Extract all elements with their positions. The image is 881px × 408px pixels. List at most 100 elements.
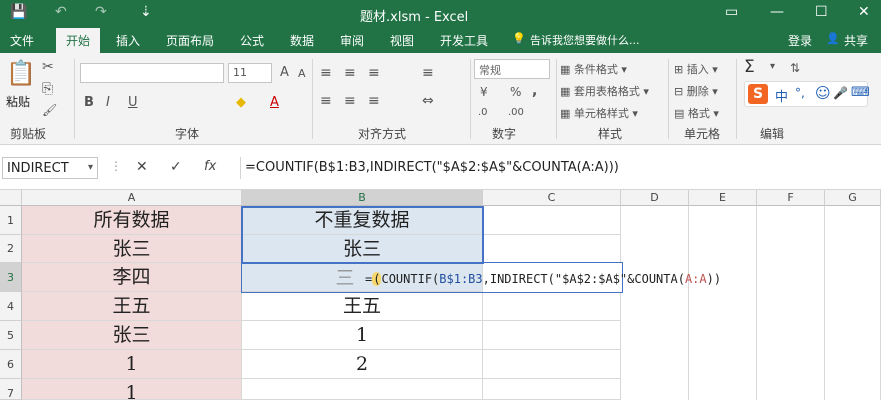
font-name-input[interactable] [80, 63, 224, 83]
share-icon[interactable]: 👤 [826, 32, 840, 45]
underline-button[interactable]: U [128, 95, 138, 110]
cell-a6[interactable]: 1 [22, 350, 242, 379]
formula-input[interactable]: =COUNTIF(B$1:B3,INDIRECT("$A$2:$A$"&COUN… [240, 157, 880, 179]
cell-c5[interactable] [483, 321, 621, 350]
column-header-e[interactable]: E [689, 190, 757, 206]
cell-a1[interactable]: 所有数据 [22, 206, 242, 235]
percent-button[interactable]: % [510, 85, 521, 99]
format-cells-button[interactable]: ▤ 格式 ▾ [674, 105, 719, 121]
tab-file[interactable]: 文件 [10, 32, 34, 49]
cell-c7[interactable] [483, 379, 621, 400]
sort-filter-icon[interactable]: ⇅ [790, 61, 800, 75]
autosum-icon[interactable]: Σ [744, 57, 755, 77]
format-as-table-button[interactable]: ▦ 套用表格格式 ▾ [560, 83, 649, 99]
tab-data[interactable]: 数据 [290, 32, 314, 49]
cell-c2[interactable] [483, 235, 621, 263]
cell-styles-button[interactable]: ▦ 单元格样式 ▾ [560, 105, 638, 121]
grow-font-icon[interactable]: A [280, 65, 289, 80]
maximize-button[interactable]: ☐ [815, 4, 828, 20]
emoji-icon[interactable]: ☺ [815, 84, 831, 102]
row-header-1[interactable]: 1 [0, 206, 22, 235]
customize-qat-icon[interactable]: ⇣ [140, 4, 152, 20]
ime-punct-toggle[interactable]: °, [795, 86, 805, 100]
keyboard-icon[interactable]: ⌨ [851, 85, 870, 100]
sogou-logo-icon[interactable]: S [748, 84, 768, 104]
autosum-dropdown-icon[interactable]: ▾ [770, 61, 775, 72]
cell-a2[interactable]: 张三 [22, 235, 242, 263]
ribbon-display-options-icon[interactable]: ▭ [725, 4, 738, 20]
font-color-icon[interactable]: A [270, 95, 279, 110]
select-all-corner[interactable] [0, 190, 22, 206]
align-center-icon[interactable]: ≡ [344, 93, 356, 109]
save-icon[interactable]: 💾 [10, 4, 27, 20]
column-header-d[interactable]: D [621, 190, 689, 206]
share-button[interactable]: 共享 [844, 32, 868, 49]
tab-review[interactable]: 审阅 [340, 32, 364, 49]
comma-style-button[interactable]: , [532, 83, 537, 99]
in-cell-formula-editor[interactable]: =(COUNTIF(B$1:B3,INDIRECT("$A$2:$A$"&COU… [365, 272, 721, 286]
formula-bar-dots-icon[interactable]: ⋮ [110, 159, 122, 173]
tab-insert[interactable]: 插入 [116, 32, 140, 49]
insert-function-button[interactable]: fx [204, 159, 216, 174]
shrink-font-icon[interactable]: A [298, 67, 306, 80]
sign-in-link[interactable]: 登录 [788, 32, 812, 49]
tab-home[interactable]: 开始 [56, 28, 101, 53]
undo-icon[interactable]: ↶ [55, 4, 67, 20]
align-bottom-icon[interactable]: ≡ [368, 65, 380, 81]
copy-icon[interactable]: ⎘ [42, 81, 53, 97]
column-header-f[interactable]: F [757, 190, 825, 206]
cell-b4[interactable]: 王五 [242, 292, 483, 321]
delete-cells-button[interactable]: ⊟ 删除 ▾ [674, 83, 718, 99]
align-left-icon[interactable]: ≡ [320, 93, 332, 109]
row-header-6[interactable]: 6 [0, 350, 22, 379]
decrease-decimal-button[interactable]: .00 [508, 107, 524, 118]
tell-me-search[interactable]: 告诉我您想要做什么... [530, 32, 640, 48]
tab-page-layout[interactable]: 页面布局 [166, 32, 214, 49]
row-header-7[interactable]: 7 [0, 379, 22, 400]
close-button[interactable]: ✕ [858, 4, 870, 20]
minimize-button[interactable]: — [770, 4, 784, 20]
bold-button[interactable]: B [84, 95, 94, 110]
insert-cells-button[interactable]: ⊞ 插入 ▾ [674, 61, 718, 77]
row-header-2[interactable]: 2 [0, 235, 22, 263]
column-e-cells[interactable] [689, 206, 757, 400]
worksheet-grid[interactable]: A B C D E F G 1 2 3 4 5 6 7 所有数据 张三 李四 王… [0, 190, 881, 400]
cancel-entry-button[interactable]: ✕ [136, 159, 148, 175]
cell-b6[interactable]: 2 [242, 350, 483, 379]
currency-icon[interactable]: ¥ [480, 85, 488, 99]
chevron-down-icon[interactable]: ▾ [88, 162, 93, 173]
column-header-b[interactable]: B [242, 190, 483, 206]
increase-decimal-button[interactable]: .0 [478, 107, 488, 118]
align-top-icon[interactable]: ≡ [320, 65, 332, 81]
row-header-4[interactable]: 4 [0, 292, 22, 321]
font-size-input[interactable]: 11 [228, 63, 272, 83]
column-header-c[interactable]: C [483, 190, 621, 206]
column-header-a[interactable]: A [22, 190, 242, 206]
merge-center-icon[interactable]: ⇔ [422, 93, 434, 109]
redo-icon[interactable]: ↷ [95, 4, 107, 20]
cell-c4[interactable] [483, 292, 621, 321]
wrap-text-icon[interactable]: ≡ [422, 65, 434, 81]
format-painter-icon[interactable]: 🖌 [42, 103, 57, 117]
tab-view[interactable]: 视图 [390, 32, 414, 49]
paste-button[interactable]: 粘贴 [6, 93, 30, 110]
fill-color-icon[interactable]: ◆ [236, 95, 246, 110]
row-header-3[interactable]: 3 [0, 263, 22, 292]
column-f-cells[interactable] [757, 206, 825, 400]
ime-mode-toggle[interactable]: 中 [775, 86, 788, 105]
column-d-cells[interactable] [621, 206, 689, 400]
cut-icon[interactable]: ✂ [42, 59, 54, 75]
align-right-icon[interactable]: ≡ [368, 93, 380, 109]
cell-a5[interactable]: 张三 [22, 321, 242, 350]
cell-a3[interactable]: 李四 [22, 263, 242, 292]
cell-b7[interactable] [242, 379, 483, 400]
conditional-format-button[interactable]: ▦ 条件格式 ▾ [560, 61, 627, 77]
row-header-5[interactable]: 5 [0, 321, 22, 350]
cell-a4[interactable]: 王五 [22, 292, 242, 321]
cell-a7[interactable]: 1 [22, 379, 242, 400]
microphone-icon[interactable]: 🎤 [833, 86, 848, 100]
align-middle-icon[interactable]: ≡ [344, 65, 356, 81]
column-header-g[interactable]: G [825, 190, 881, 206]
paste-icon[interactable]: 📋 [6, 59, 36, 87]
italic-button[interactable]: I [106, 95, 110, 110]
